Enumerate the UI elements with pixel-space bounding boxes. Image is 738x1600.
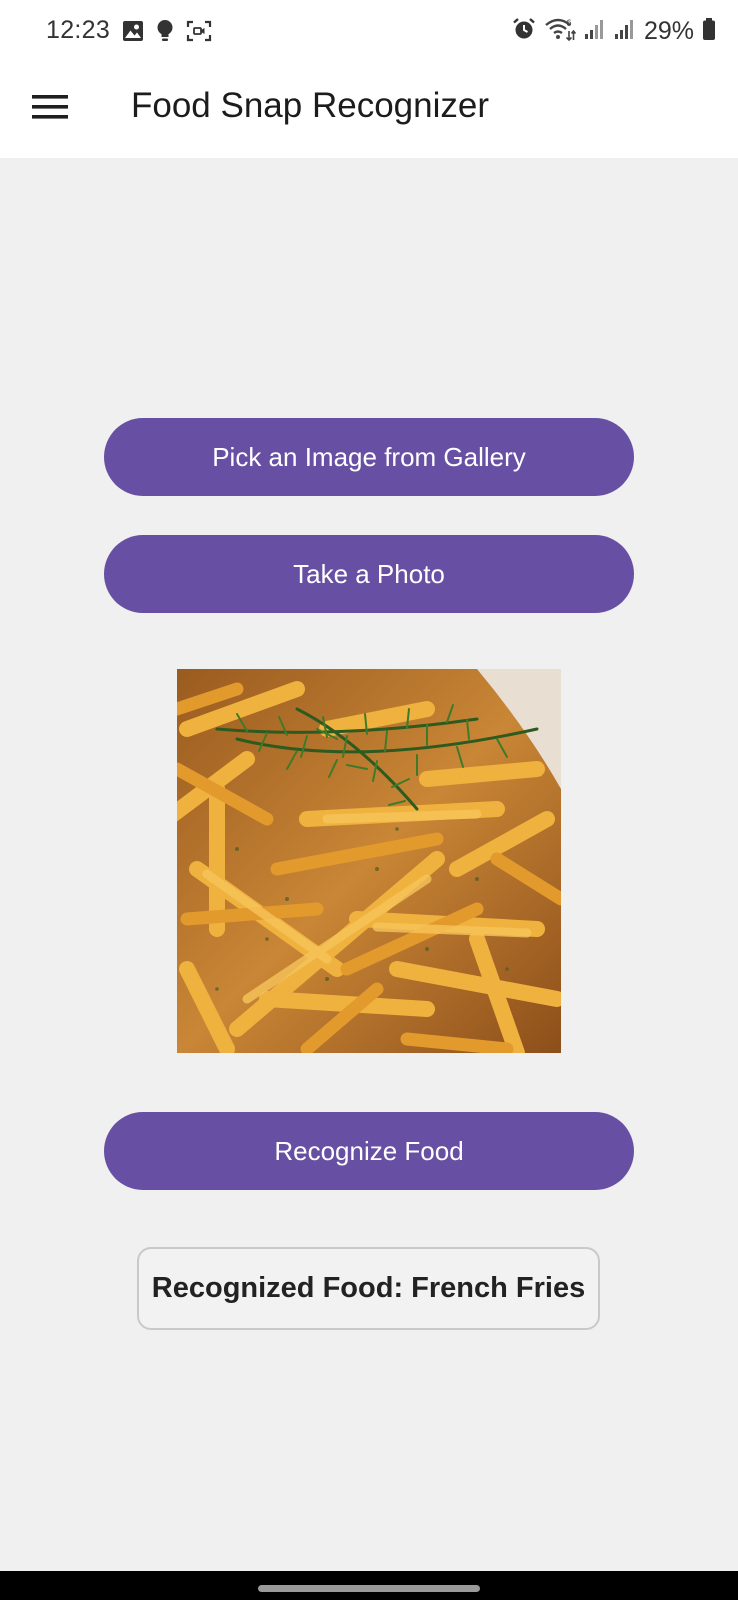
wifi-icon: 6 <box>544 16 577 47</box>
recognize-food-button[interactable]: Recognize Food <box>104 1112 634 1190</box>
screen-record-icon <box>186 20 212 47</box>
app-bar: Food Snap Recognizer <box>0 64 738 158</box>
hamburger-menu-icon[interactable] <box>32 94 68 125</box>
bulb-icon <box>156 19 174 48</box>
battery-icon <box>702 17 716 46</box>
status-time: 12:23 <box>46 16 111 44</box>
recognition-result: Recognized Food: French Fries <box>137 1247 600 1330</box>
status-icons-left <box>122 19 212 48</box>
image-icon <box>122 20 144 47</box>
pick-gallery-button[interactable]: Pick an Image from Gallery <box>104 418 634 496</box>
take-photo-button[interactable]: Take a Photo <box>104 535 634 613</box>
signal-icon <box>584 17 606 46</box>
signal-icon <box>614 17 636 46</box>
status-bar: 12:23 6 29% <box>0 0 738 64</box>
menu-button[interactable] <box>22 81 78 137</box>
battery-percent: 29% <box>643 17 694 45</box>
home-gesture-handle[interactable] <box>258 1585 480 1592</box>
food-image <box>177 669 561 1053</box>
alarm-icon <box>512 17 536 46</box>
status-icons-right: 6 29% <box>512 16 716 47</box>
svg-text:6: 6 <box>566 19 572 29</box>
recognition-result-text: Recognized Food: French Fries <box>151 1272 586 1304</box>
app-title: Food Snap Recognizer <box>131 86 489 125</box>
